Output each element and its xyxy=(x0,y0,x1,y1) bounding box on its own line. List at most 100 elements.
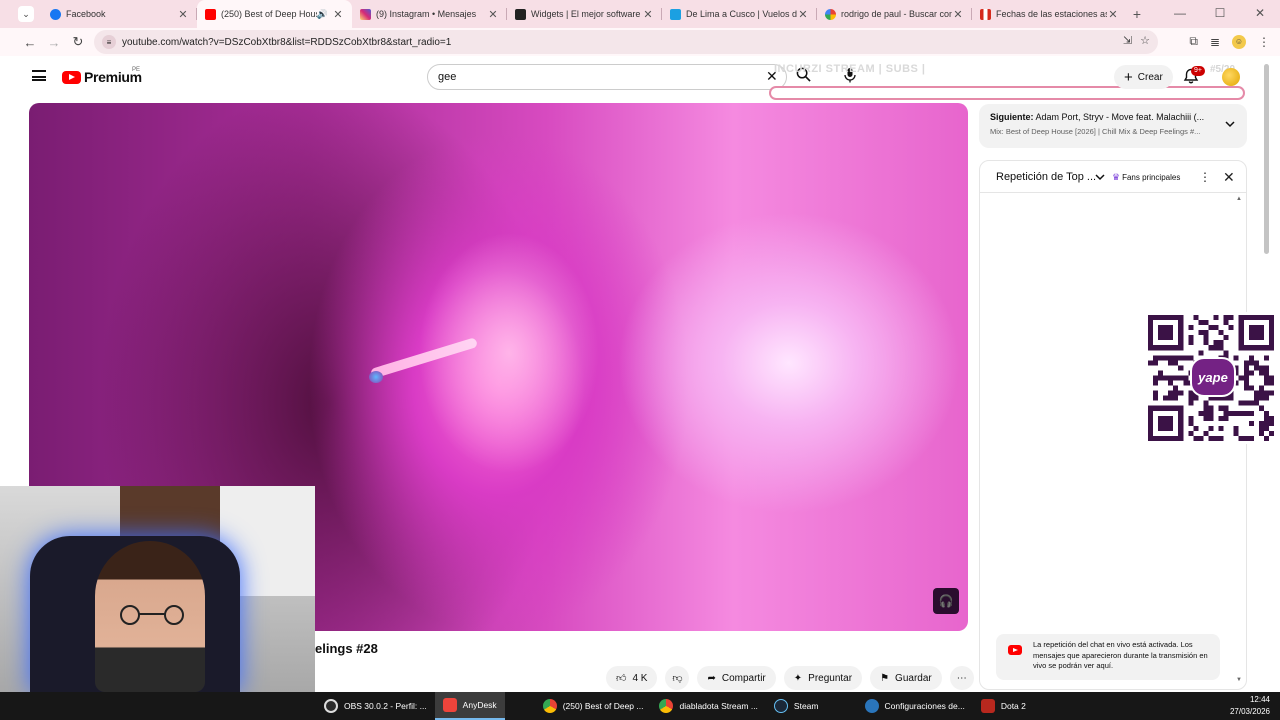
ask-label: Preguntar xyxy=(808,672,853,684)
taskbar-label: Steam xyxy=(793,701,819,711)
chevron-down-icon[interactable] xyxy=(1225,119,1235,129)
windows-taskbar: OBS 30.0.2 - Perfil: ... AnyDesk (250) B… xyxy=(0,692,1280,720)
close-window-icon[interactable]: ✕ xyxy=(1240,0,1280,28)
stream-goal-bar xyxy=(769,86,1245,100)
google-icon xyxy=(825,8,836,20)
obs-icon xyxy=(324,699,338,713)
video-frame-detail xyxy=(369,371,383,383)
scroll-up-arrow-icon[interactable]: ▲ xyxy=(1236,196,1242,202)
channel-watermark-icon: 🎧 xyxy=(933,588,959,614)
browser-tab-google[interactable]: rodrigo de paul - Buscar con ✕ xyxy=(817,0,972,28)
dota2-icon xyxy=(980,699,995,713)
share-button[interactable]: ➦ Compartir xyxy=(697,666,776,690)
forward-arrow-icon[interactable]: → xyxy=(42,35,66,50)
taskbar-item-steam[interactable]: Steam xyxy=(766,692,827,720)
yape-logo: yape xyxy=(1190,357,1236,397)
dislike-button[interactable]: 👎︎ xyxy=(665,666,690,690)
system-clock[interactable]: 12:44 27/03/2026 xyxy=(1230,694,1270,718)
top-fans-button[interactable]: ♛ Fans principales xyxy=(1112,172,1180,183)
taskbar-label: AnyDesk xyxy=(462,700,497,710)
more-actions-button[interactable]: ⋯ xyxy=(949,666,974,690)
taskbar-item-chrome-youtube[interactable]: (250) Best of Deep ... xyxy=(535,692,652,720)
browser-tab-widgets[interactable]: Widgets | El mejor software p ✕ xyxy=(507,0,662,28)
tab-close-icon[interactable]: ✕ xyxy=(177,8,189,21)
create-button[interactable]: + Crear xyxy=(1114,65,1173,89)
plane-icon xyxy=(670,8,681,20)
tab-close-icon[interactable]: ✕ xyxy=(332,8,344,21)
browser-tab-youtube[interactable]: (250) Best of Deep House 🔊 ✕ xyxy=(197,0,352,28)
clock-date: 27/03/2026 xyxy=(1229,707,1270,716)
plus-icon: + xyxy=(1124,68,1133,86)
widgets-icon xyxy=(515,8,526,20)
avatar[interactable] xyxy=(1222,68,1240,86)
media-control-icon[interactable]: ≣ xyxy=(1210,35,1220,49)
bookmark-icon: ⚑ xyxy=(880,672,890,684)
save-button[interactable]: ⚑ Guardar xyxy=(870,666,942,690)
video-actions: 👍︎ 4 K 👎︎ ➦ Compartir ✦ Preguntar ⚑ Guar… xyxy=(606,666,974,690)
menu-icon[interactable] xyxy=(32,70,46,81)
more-options-icon[interactable]: ⋮ xyxy=(1199,170,1211,184)
tab-close-icon[interactable]: ✕ xyxy=(952,8,964,21)
browser-tab-flights[interactable]: De Lima a Cusco | Vuelos de ✕ xyxy=(662,0,817,28)
notification-badge: 9+ xyxy=(1191,66,1205,76)
replay-notice-text: La repetición del chat en vivo está acti… xyxy=(1033,640,1208,670)
extensions-icon[interactable]: ⧉ xyxy=(1189,34,1198,49)
browser-tab-facebook[interactable]: Facebook ✕ xyxy=(42,0,197,28)
browser-tab-instagram[interactable]: (9) Instagram • Mensajes ✕ xyxy=(352,0,507,28)
chevron-down-icon[interactable] xyxy=(1095,173,1105,181)
new-tab-button[interactable]: + xyxy=(1127,6,1147,22)
minimize-icon[interactable]: — xyxy=(1160,0,1200,28)
clock-time: 12:44 xyxy=(1249,695,1270,704)
taskbar-item-anydesk[interactable]: AnyDesk xyxy=(434,692,505,720)
youtube-logo[interactable]: Premium xyxy=(62,69,142,85)
like-button[interactable]: 👍︎ 4 K xyxy=(606,666,658,690)
speaker-icon[interactable]: 🔊 xyxy=(317,9,328,20)
ask-button[interactable]: ✦ Preguntar xyxy=(783,666,863,690)
taskbar-item-steam-settings[interactable]: Configuraciones de... xyxy=(857,692,973,720)
chat-mode-title[interactable]: Repetición de Top ... xyxy=(996,171,1096,183)
profile-icon[interactable]: ☺ xyxy=(1232,34,1246,49)
facebook-icon xyxy=(50,8,61,20)
taskbar-item-dota2[interactable]: Dota 2 xyxy=(973,692,1034,720)
reload-icon[interactable]: ↻ xyxy=(66,34,90,50)
tab-title: Widgets | El mejor software p xyxy=(531,9,642,19)
tab-close-icon[interactable]: ✕ xyxy=(1107,8,1119,21)
back-arrow-icon[interactable]: ← xyxy=(18,35,42,50)
tab-search-icon[interactable]: ⌄ xyxy=(18,6,34,22)
bookmark-star-icon[interactable]: ☆ xyxy=(1140,34,1150,47)
thumbs-up-icon: 👍︎ xyxy=(616,673,627,684)
thumbs-down-icon: 👎︎ xyxy=(672,673,683,684)
crown-icon: ♛ xyxy=(1112,172,1121,182)
browser-toolbar: ← → ↻ ≡ youtube.com/watch?v=DSzCobXtbr8&… xyxy=(0,28,1280,56)
site-info-icon[interactable]: ≡ xyxy=(102,35,116,49)
scroll-down-arrow-icon[interactable]: ▼ xyxy=(1236,677,1242,683)
like-count: 4 K xyxy=(632,672,648,684)
country-code: PE xyxy=(132,67,141,73)
tab-title: rodrigo de paul - Buscar con xyxy=(841,9,952,19)
close-icon[interactable]: ✕ xyxy=(1223,169,1235,186)
install-app-icon[interactable]: ⇲ xyxy=(1123,34,1132,47)
browser-menu-icon[interactable]: ⋮ xyxy=(1258,35,1270,49)
taskbar-label: Dota 2 xyxy=(1000,701,1026,711)
up-next-panel[interactable]: Siguiente: Adam Port, Stryv - Move feat.… xyxy=(979,104,1247,148)
taskbar-item-obs[interactable]: OBS 30.0.2 - Perfil: ... xyxy=(316,692,435,720)
address-bar[interactable]: ≡ youtube.com/watch?v=DSzCobXtbr8&list=R… xyxy=(94,30,1158,54)
flag-icon xyxy=(980,8,991,20)
taskbar-label: diabladota Stream ... xyxy=(679,701,758,711)
search-input[interactable]: gee xyxy=(427,64,787,90)
youtube-play-icon xyxy=(62,70,81,84)
instagram-icon xyxy=(360,8,371,20)
maximize-icon[interactable]: ☐ xyxy=(1200,0,1240,28)
scrollbar-thumb[interactable] xyxy=(1264,64,1269,254)
webcam-overlay xyxy=(0,486,315,692)
video-frame-detail xyxy=(369,337,479,379)
tab-close-icon[interactable]: ✕ xyxy=(797,8,809,21)
tab-close-icon[interactable]: ✕ xyxy=(642,8,654,21)
taskbar-item-chrome-stream[interactable]: diabladota Stream ... xyxy=(651,692,765,720)
stream-overlay-text: INCURZI STREAM | SUBS | xyxy=(774,63,926,75)
url-text[interactable]: youtube.com/watch?v=DSzCobXtbr8&list=RDD… xyxy=(122,37,451,48)
browser-tab-seasons[interactable]: Fechas de las estaciones astro ✕ xyxy=(972,0,1127,28)
up-next-mix: Mix: Best of Deep House [2026] | Chill M… xyxy=(990,127,1201,136)
tab-title: (9) Instagram • Mensajes xyxy=(376,9,477,19)
tab-close-icon[interactable]: ✕ xyxy=(487,8,499,21)
